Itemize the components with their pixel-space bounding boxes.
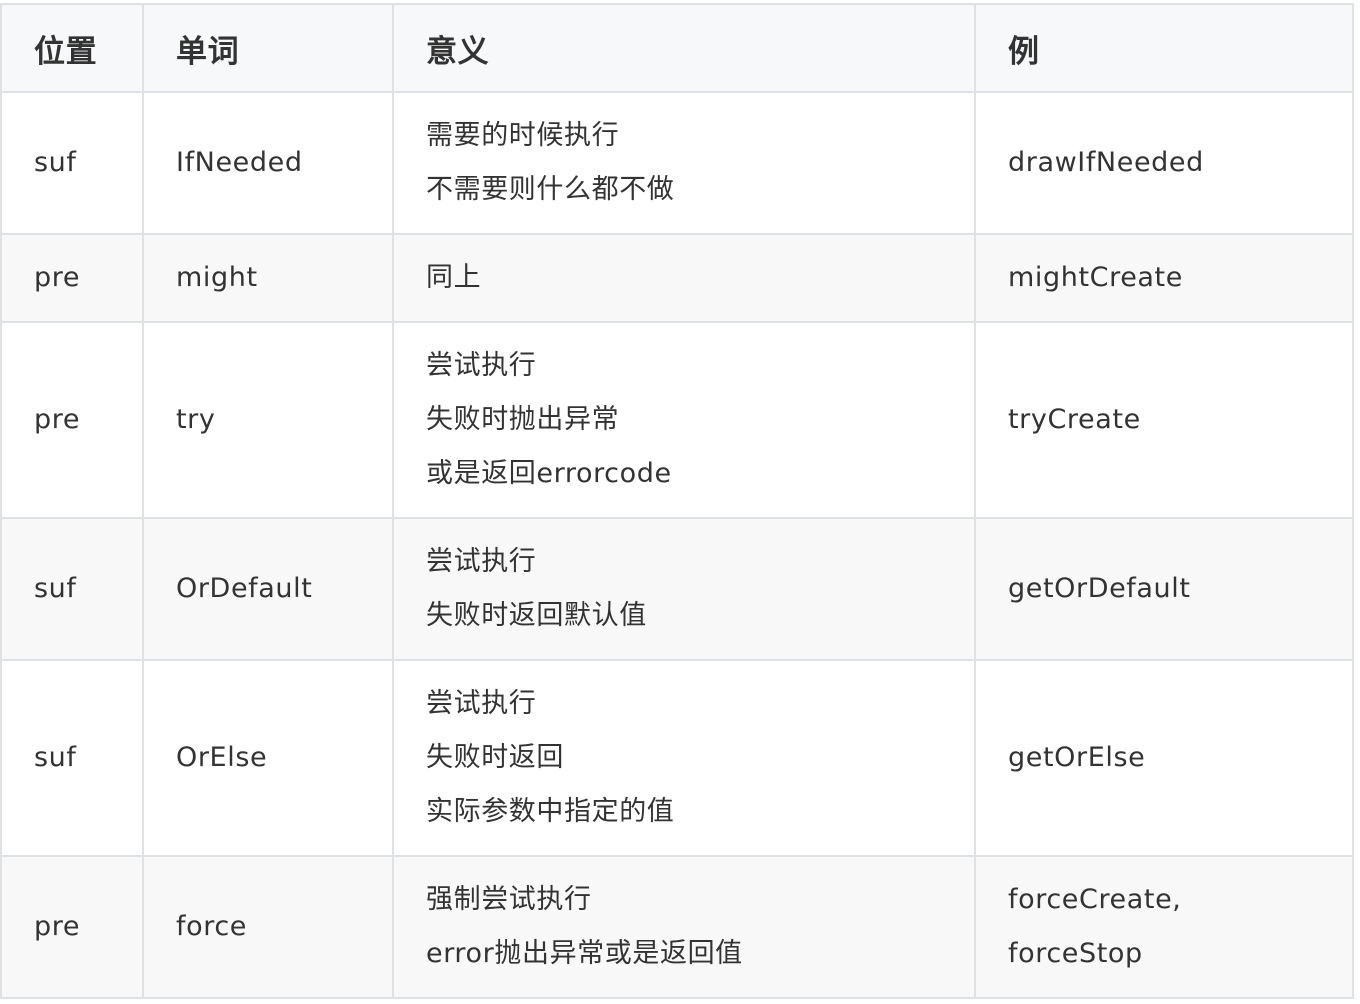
header-meaning: 意义 xyxy=(392,3,976,93)
cell-example: getOrDefault xyxy=(974,517,1354,661)
example-line: tryCreate xyxy=(1008,404,1141,435)
table-row: suf OrElse 尝试执行 失败时返回 实际参数中指定的值 getOrEls… xyxy=(0,659,1354,857)
word-text: IfNeeded xyxy=(176,147,303,178)
table-row: pre might 同上 mightCreate xyxy=(0,233,1354,323)
table-header-row: 位置 单词 意义 例 xyxy=(0,3,1354,93)
cell-position: suf xyxy=(0,517,144,661)
header-position: 位置 xyxy=(0,3,144,93)
example-line: getOrElse xyxy=(1008,742,1146,773)
example-line: forceCreate, xyxy=(1008,884,1182,915)
cell-position: suf xyxy=(0,659,144,857)
word-text: OrElse xyxy=(176,742,268,773)
meaning-line: 尝试执行 xyxy=(426,350,537,381)
cell-example: mightCreate xyxy=(974,233,1354,323)
cell-meaning: 需要的时候执行 不需要则什么都不做 xyxy=(392,91,976,235)
position-text: suf xyxy=(34,147,77,178)
meaning-line: 不需要则什么都不做 xyxy=(426,174,675,205)
cell-meaning: 强制尝试执行 error抛出异常或是返回值 xyxy=(392,855,976,999)
cell-word: might xyxy=(142,233,394,323)
cell-example: tryCreate xyxy=(974,321,1354,519)
meaning-line: 同上 xyxy=(426,262,482,293)
position-text: pre xyxy=(34,404,81,435)
example-line: mightCreate xyxy=(1008,262,1183,293)
cell-example: drawIfNeeded xyxy=(974,91,1354,235)
meaning-line: 实际参数中指定的值 xyxy=(426,796,675,827)
meaning-line: 失败时返回 xyxy=(426,742,564,773)
meaning-line: error抛出异常或是返回值 xyxy=(426,938,743,969)
meaning-line: 强制尝试执行 xyxy=(426,884,592,915)
example-line: drawIfNeeded xyxy=(1008,147,1204,178)
cell-meaning: 尝试执行 失败时抛出异常 或是返回errorcode xyxy=(392,321,976,519)
word-text: try xyxy=(176,404,216,435)
cell-position: suf xyxy=(0,91,144,235)
cell-word: force xyxy=(142,855,394,999)
meaning-line: 尝试执行 xyxy=(426,546,537,577)
meaning-line: 失败时返回默认值 xyxy=(426,600,647,631)
meaning-line: 失败时抛出异常 xyxy=(426,404,620,435)
cell-meaning: 尝试执行 失败时返回 实际参数中指定的值 xyxy=(392,659,976,857)
meaning-line: 需要的时候执行 xyxy=(426,120,620,151)
cell-position: pre xyxy=(0,855,144,999)
cell-position: pre xyxy=(0,321,144,519)
cell-word: try xyxy=(142,321,394,519)
table-row: suf OrDefault 尝试执行 失败时返回默认值 getOrDefault xyxy=(0,517,1354,661)
cell-example: getOrElse xyxy=(974,659,1354,857)
naming-convention-table: 位置 单词 意义 例 suf IfNeeded 需要的时候执行 不需要则什么都不… xyxy=(0,3,1354,999)
cell-word: IfNeeded xyxy=(142,91,394,235)
example-line: forceStop xyxy=(1008,938,1143,969)
cell-example: forceCreate, forceStop xyxy=(974,855,1354,999)
cell-meaning: 同上 xyxy=(392,233,976,323)
word-text: force xyxy=(176,911,247,942)
table-row: pre force 强制尝试执行 error抛出异常或是返回值 forceCre… xyxy=(0,855,1354,999)
word-text: OrDefault xyxy=(176,573,313,604)
cell-word: OrDefault xyxy=(142,517,394,661)
position-text: suf xyxy=(34,573,77,604)
table-row: pre try 尝试执行 失败时抛出异常 或是返回errorcode tryCr… xyxy=(0,321,1354,519)
header-word: 单词 xyxy=(142,3,394,93)
meaning-line: 或是返回errorcode xyxy=(426,458,672,489)
word-text: might xyxy=(176,262,258,293)
cell-word: OrElse xyxy=(142,659,394,857)
meaning-line: 尝试执行 xyxy=(426,688,537,719)
cell-position: pre xyxy=(0,233,144,323)
position-text: pre xyxy=(34,262,81,293)
position-text: pre xyxy=(34,911,81,942)
table-row: suf IfNeeded 需要的时候执行 不需要则什么都不做 drawIfNee… xyxy=(0,91,1354,235)
example-line: getOrDefault xyxy=(1008,573,1191,604)
position-text: suf xyxy=(34,742,77,773)
header-example: 例 xyxy=(974,3,1354,93)
cell-meaning: 尝试执行 失败时返回默认值 xyxy=(392,517,976,661)
